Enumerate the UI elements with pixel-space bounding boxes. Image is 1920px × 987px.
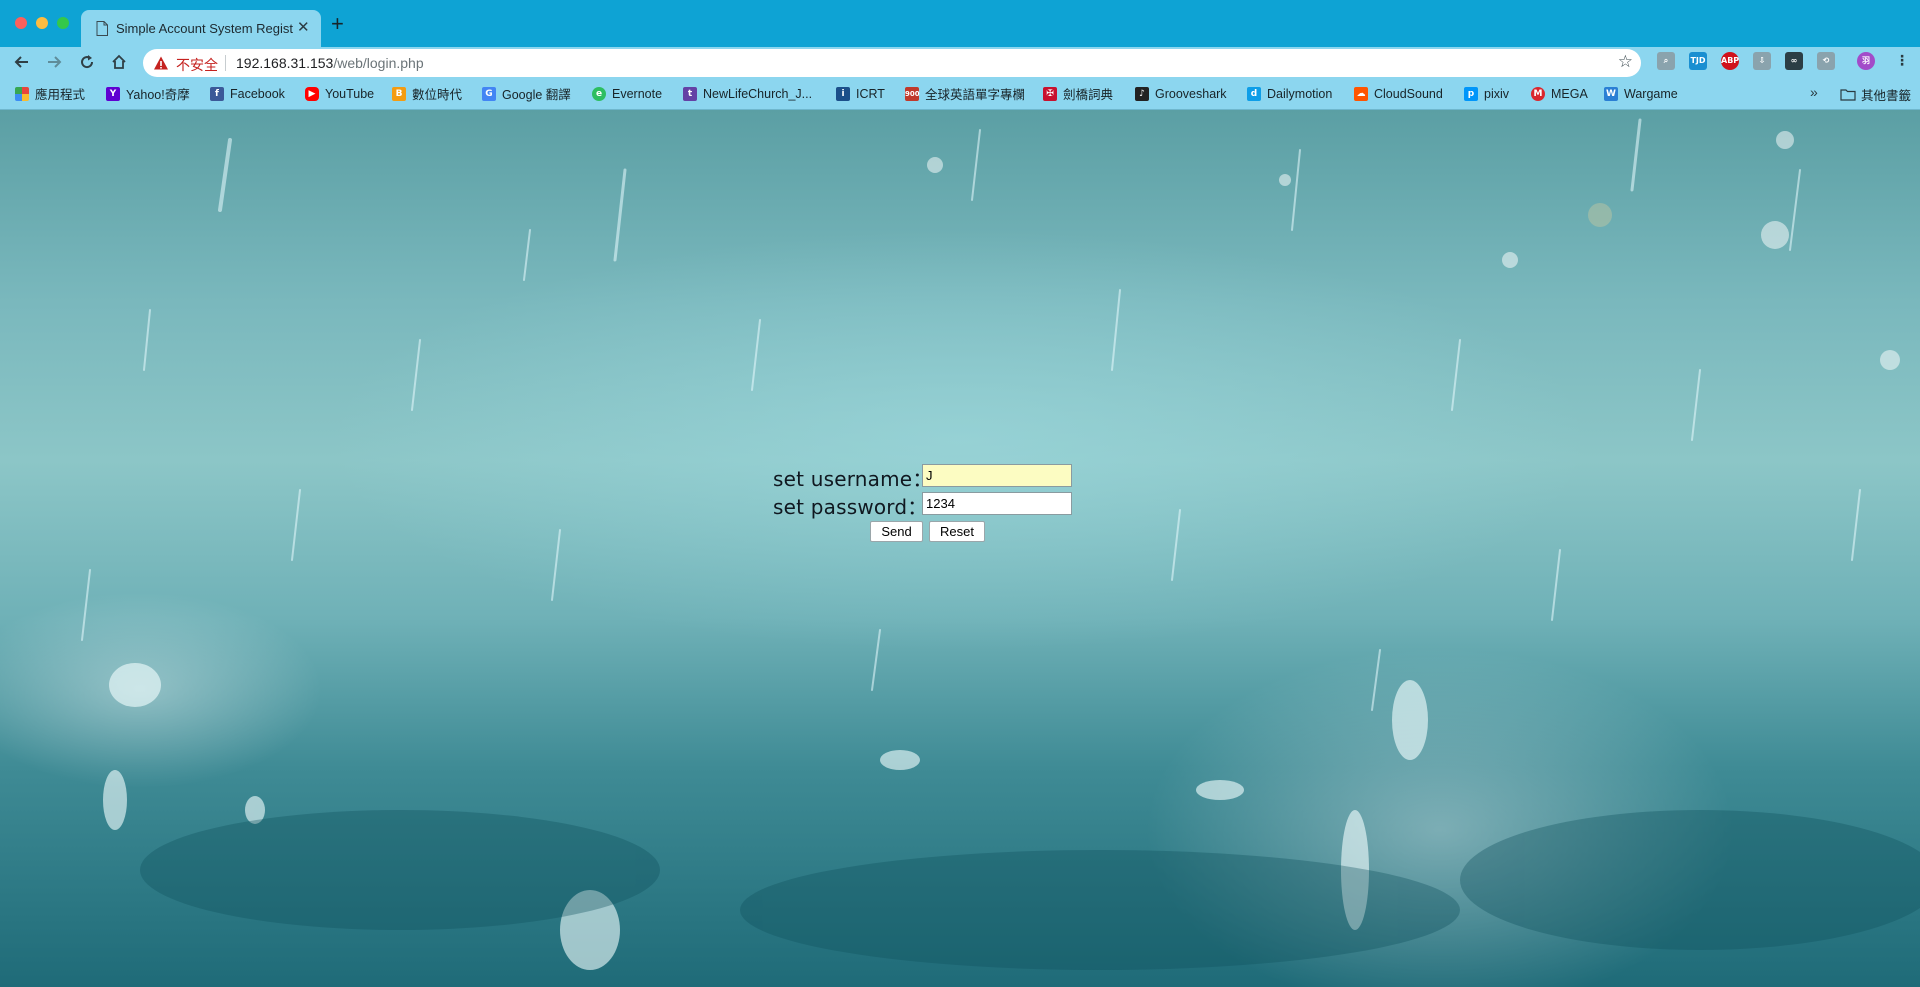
window-titlebar: Simple Account System Regist... ✕ + <box>0 0 1920 47</box>
password-row: set password： <box>770 463 1080 519</box>
bookmark-item-twitch[interactable]: t NewLifeChurch_J... <box>683 85 812 102</box>
grooveshark-icon: ♪ <box>1135 86 1149 101</box>
bookmark-item-cambridge[interactable]: ✠ 劍橋詞典 <box>1043 85 1113 102</box>
warning-icon <box>154 56 168 70</box>
bookmark-item-icrt[interactable]: i ICRT <box>836 85 885 102</box>
browser-toolbar: 不安全 192.168.31.153/web/login.php ☆ <box>0 47 1920 77</box>
bookmark-item-mega[interactable]: M MEGA <box>1531 85 1588 102</box>
bookmarks-bar: 應用程式 Y Yahoo!奇摩 f Facebook ▶ YouTube B 數… <box>0 77 1920 110</box>
url-host: 192.168.31.153 <box>236 55 334 71</box>
apps-grid-icon <box>15 86 29 101</box>
bookmark-item-google-translate[interactable]: G Google 翻譯 <box>482 85 571 102</box>
password-input[interactable] <box>922 492 1072 515</box>
mega-icon: M <box>1531 86 1545 101</box>
browser-menu-icon[interactable]: ⋮ <box>1893 52 1911 70</box>
bookmark-item-soundcloud[interactable]: ☁ CloudSound <box>1354 85 1443 102</box>
bookmark-label: YouTube <box>325 86 375 101</box>
tab-title: Simple Account System Regist... <box>116 21 294 36</box>
bookmark-item-youtube[interactable]: ▶ YouTube <box>305 85 374 102</box>
login-form: set username： set password： Send Reset <box>770 463 1080 553</box>
bookmark-label: NewLifeChurch_J... <box>703 86 813 101</box>
bookmark-label: Grooveshark <box>1155 86 1227 101</box>
extension-tjd-icon[interactable]: TJD <box>1689 52 1707 70</box>
page-icon <box>96 21 108 36</box>
bookmark-label: Facebook <box>230 86 285 101</box>
extension-sync-icon[interactable]: ⟲ <box>1817 52 1835 70</box>
icrt-icon: i <box>836 86 850 101</box>
address-separator <box>225 55 226 71</box>
bookmark-label: pixiv <box>1484 86 1510 101</box>
bookmark-item-apps[interactable]: 應用程式 <box>15 85 85 102</box>
bookmarks-overflow-icon[interactable]: » <box>1810 84 1818 100</box>
bookmark-item-facebook[interactable]: f Facebook <box>210 85 285 102</box>
tab-close-icon[interactable]: ✕ <box>297 20 310 36</box>
url-path: /web/login.php <box>333 55 424 71</box>
reload-icon[interactable] <box>78 53 96 71</box>
dailymotion-icon: d <box>1247 86 1261 101</box>
bookmark-star-icon[interactable]: ☆ <box>1618 53 1633 71</box>
bookmark-label: 劍橋詞典 <box>1063 88 1114 102</box>
folder-icon <box>1840 89 1856 101</box>
forward-icon[interactable] <box>45 53 63 71</box>
send-button[interactable]: Send <box>870 521 923 542</box>
900-icon: 900 <box>905 86 920 101</box>
bookmark-label: MEGA <box>1551 86 1588 101</box>
profile-avatar-icon[interactable]: 羽 <box>1857 52 1875 70</box>
new-tab-button[interactable]: + <box>331 13 344 35</box>
bookmark-label: Wargame <box>1624 86 1678 101</box>
wargame-icon: W <box>1604 86 1618 101</box>
bookmark-item-dailymotion[interactable]: d Dailymotion <box>1247 85 1332 102</box>
browser-tab[interactable]: Simple Account System Regist... ✕ <box>81 10 321 47</box>
bookmark-label: 應用程式 <box>35 88 86 102</box>
bookmark-label: 數位時代 <box>412 88 463 102</box>
home-icon[interactable] <box>110 53 128 71</box>
twitch-icon: t <box>683 86 697 101</box>
extension-link-icon[interactable]: ∞ <box>1785 52 1803 70</box>
other-bookmarks-folder[interactable]: 其他書籤 <box>1840 85 1911 104</box>
bookmark-label: CloudSound <box>1374 86 1443 101</box>
google-translate-icon: G <box>482 86 496 101</box>
security-status[interactable]: 不安全 <box>176 55 218 75</box>
bookmark-item-wargame[interactable]: W Wargame <box>1604 85 1678 102</box>
bookmark-item-900[interactable]: 900 全球英語單字專欄 <box>905 85 1025 102</box>
yahoo-icon: Y <box>106 86 120 101</box>
url-text[interactable]: 192.168.31.153/web/login.php <box>236 55 424 71</box>
bookmark-item-grooveshark[interactable]: ♪ Grooveshark <box>1135 85 1227 102</box>
bookmark-item-bnext[interactable]: B 數位時代 <box>392 85 462 102</box>
bookmark-item-yahoo[interactable]: Y Yahoo!奇摩 <box>106 85 190 102</box>
bookmark-label: Yahoo!奇摩 <box>126 88 190 102</box>
adblock-plus-icon[interactable]: ABP <box>1721 52 1739 70</box>
bookmark-label: 全球英語單字專欄 <box>925 88 1026 102</box>
pixiv-icon: p <box>1464 86 1478 101</box>
back-icon[interactable] <box>13 53 31 71</box>
bookmark-label: Dailymotion <box>1267 86 1333 101</box>
minimize-window-button[interactable] <box>36 17 48 29</box>
password-label: set password： <box>773 495 928 519</box>
reset-button[interactable]: Reset <box>929 521 985 542</box>
bookmark-item-evernote[interactable]: e Evernote <box>592 85 662 102</box>
address-bar[interactable]: 不安全 192.168.31.153/web/login.php ☆ <box>143 49 1641 77</box>
bnext-icon: B <box>392 86 406 101</box>
other-bookmarks-label: 其他書籤 <box>1861 89 1912 103</box>
page-background: set username： set password： Send Reset <box>0 110 1920 987</box>
bookmark-item-pixiv[interactable]: p pixiv <box>1464 85 1509 102</box>
close-window-button[interactable] <box>15 17 27 29</box>
maximize-window-button[interactable] <box>57 17 69 29</box>
soundcloud-icon: ☁ <box>1354 86 1368 101</box>
evernote-icon: e <box>592 86 606 101</box>
cambridge-icon: ✠ <box>1043 86 1057 101</box>
extension-download-icon[interactable]: ⇩ <box>1753 52 1771 70</box>
youtube-icon: ▶ <box>305 86 319 101</box>
bookmark-label: ICRT <box>856 86 885 101</box>
bookmark-label: Google 翻譯 <box>502 88 571 102</box>
bookmark-label: Evernote <box>612 86 663 101</box>
facebook-icon: f <box>210 86 224 101</box>
extension-search-icon[interactable]: ⌕ <box>1657 52 1675 70</box>
